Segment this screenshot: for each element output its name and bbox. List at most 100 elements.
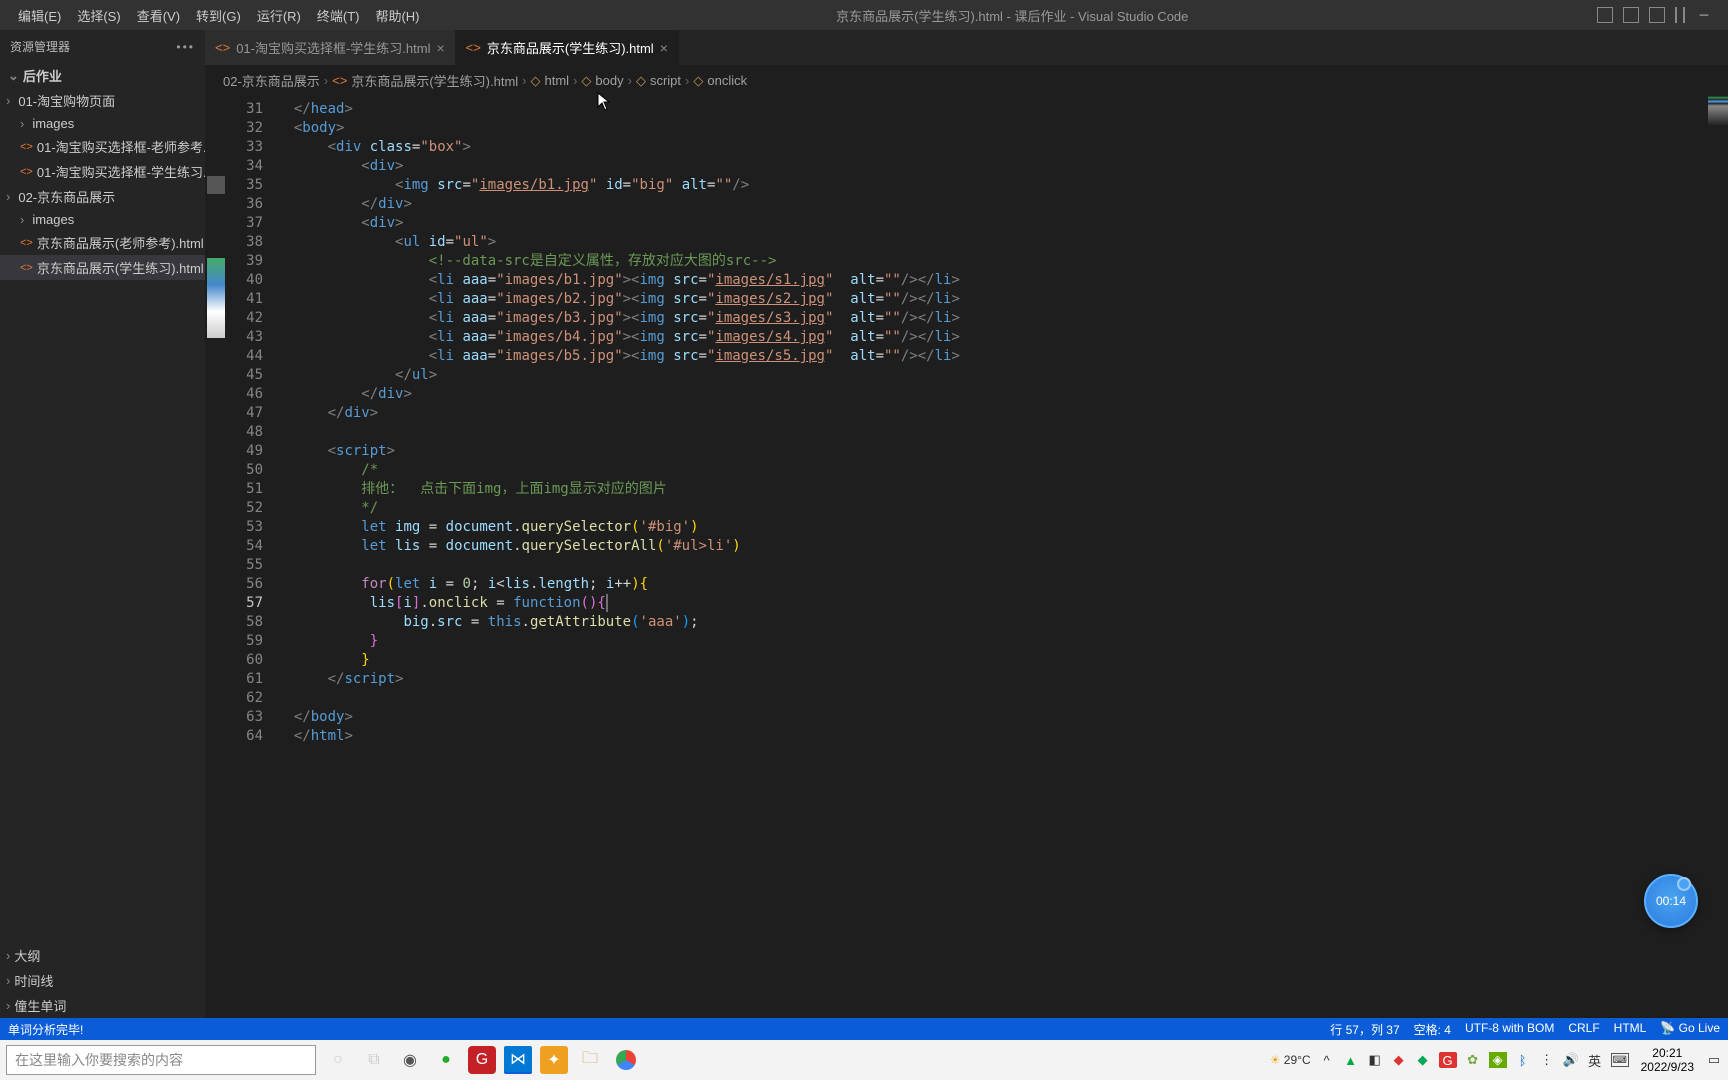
code-line[interactable] (277, 556, 1728, 575)
vscode-icon[interactable]: ⋈ (504, 1046, 532, 1074)
code-line[interactable]: let img = document.querySelector('#big') (277, 518, 1728, 537)
clock[interactable]: 20:21 2022/9/23 (1637, 1046, 1698, 1074)
editor-tab[interactable]: <>01-淘宝购买选择框-学生练习.html× (205, 30, 456, 65)
chrome-icon[interactable] (612, 1046, 640, 1074)
tray-app2-icon[interactable]: ◆ (1391, 1052, 1407, 1068)
code-line[interactable]: <li aaa="images/b1.jpg"><img src="images… (277, 271, 1728, 290)
menu-item[interactable]: 编辑(E) (10, 2, 69, 29)
tray-app1-icon[interactable]: ◧ (1367, 1052, 1383, 1068)
code-line[interactable]: <li aaa="images/b3.jpg"><img src="images… (277, 309, 1728, 328)
code-line[interactable]: <div class="box"> (277, 138, 1728, 157)
volume-icon[interactable]: 🔊 (1563, 1052, 1579, 1068)
status-item[interactable]: UTF-8 with BOM (1465, 1021, 1554, 1038)
status-item[interactable]: 空格: 4 (1414, 1021, 1451, 1038)
tree-folder[interactable]: 01-淘宝购物页面 (0, 88, 205, 113)
tree-folder[interactable]: 02-京东商品展示 (0, 184, 205, 209)
tree-file[interactable]: <>京东商品展示(老师参考).html (0, 230, 205, 255)
minimap[interactable] (1708, 96, 1728, 1018)
tree-file[interactable]: <>京东商品展示(学生练习).html (0, 255, 205, 280)
editor-tab[interactable]: <>京东商品展示(学生练习).html× (456, 30, 679, 65)
close-icon[interactable]: × (660, 40, 668, 56)
netease-icon[interactable]: G (468, 1046, 496, 1074)
code-line[interactable]: </div> (277, 195, 1728, 214)
code-line[interactable]: </div> (277, 385, 1728, 404)
ime-icon[interactable]: 英 (1587, 1052, 1603, 1068)
code-line[interactable]: <body> (277, 119, 1728, 138)
menu-item[interactable]: 运行(R) (249, 2, 309, 29)
file-explorer-icon[interactable]: 🗀 (576, 1046, 604, 1074)
panel-bottom-icon[interactable] (1623, 7, 1639, 23)
code-line[interactable]: } (277, 651, 1728, 670)
code-line[interactable]: <li aaa="images/b2.jpg"><img src="images… (277, 290, 1728, 309)
app-icon[interactable]: ✦ (540, 1046, 568, 1074)
code-line[interactable]: for(let i = 0; i<lis.length; i++){ (277, 575, 1728, 594)
more-icon[interactable]: ••• (176, 40, 195, 54)
breadcrumb-item[interactable]: ◇html (531, 73, 570, 89)
close-icon[interactable]: × (436, 40, 444, 56)
menu-item[interactable]: 转到(G) (188, 2, 249, 29)
recording-timer-badge[interactable]: 00:14 (1644, 874, 1698, 928)
breadcrumb-item[interactable]: 02-京东商品展示 (223, 71, 320, 90)
code-line[interactable]: big.src = this.getAttribute('aaa'); (277, 613, 1728, 632)
menu-item[interactable]: 查看(V) (129, 2, 188, 29)
status-item[interactable]: 行 57，列 37 (1330, 1021, 1399, 1038)
code-line[interactable]: <!--data-src是自定义属性，存放对应大图的src--> (277, 252, 1728, 271)
code-line[interactable] (277, 423, 1728, 442)
tree-folder[interactable]: images (0, 209, 205, 230)
panel-left-icon[interactable] (1597, 7, 1613, 23)
status-item[interactable]: HTML (1614, 1021, 1647, 1038)
wifi-icon[interactable]: ⋮ (1539, 1052, 1555, 1068)
layout-icon[interactable] (1675, 7, 1685, 23)
edge-icon[interactable]: ◉ (396, 1046, 424, 1074)
code-line[interactable]: </script> (277, 670, 1728, 689)
panel-right-icon[interactable] (1649, 7, 1665, 23)
tray-chevron-icon[interactable]: ^ (1319, 1052, 1335, 1068)
tray-shield-icon[interactable]: ▲ (1343, 1052, 1359, 1068)
code-line[interactable] (277, 689, 1728, 708)
code-line[interactable]: </body> (277, 708, 1728, 727)
code-line[interactable]: </ul> (277, 366, 1728, 385)
tray-app4-icon[interactable]: G (1439, 1052, 1457, 1068)
tray-nvidia-icon[interactable]: ◈ (1489, 1052, 1507, 1068)
code-line[interactable]: <div> (277, 214, 1728, 233)
cortana-icon[interactable]: ○ (324, 1046, 352, 1074)
breadcrumb-item[interactable]: ◇body (581, 73, 623, 89)
code-line[interactable]: lis[i].onclick = function(){ (277, 594, 1728, 613)
tree-file[interactable]: <>01-淘宝购买选择框-老师参考.h... (0, 134, 205, 159)
code-line[interactable]: <div> (277, 157, 1728, 176)
breadcrumb-item[interactable]: ◇script (636, 73, 681, 89)
breadcrumb[interactable]: 02-京东商品展示›<>京东商品展示(学生练习).html›◇html›◇bod… (205, 65, 1728, 96)
tray-app3-icon[interactable]: ◆ (1415, 1052, 1431, 1068)
code-line[interactable]: /* (277, 461, 1728, 480)
status-item[interactable]: CRLF (1568, 1021, 1599, 1038)
editor-body[interactable]: 3132333435363738394041424344454647484950… (205, 96, 1728, 1018)
folder-root[interactable]: ⌄ 后作业 (0, 63, 205, 88)
menu-item[interactable]: 终端(T) (309, 2, 368, 29)
sidebar-section[interactable]: › 僮生单词 (0, 993, 205, 1018)
ime-mode-icon[interactable]: ⌨ (1611, 1053, 1629, 1067)
sidebar-section[interactable]: › 大纲 (0, 943, 205, 968)
code-line[interactable]: </html> (277, 727, 1728, 746)
weather-widget[interactable]: ☀ 29°C (1270, 1053, 1311, 1067)
wechat-icon[interactable]: ● (432, 1046, 460, 1074)
windows-search-input[interactable]: 在这里输入你要搜索的内容 (6, 1045, 316, 1075)
tree-file[interactable]: <>01-淘宝购买选择框-学生练习.h... (0, 159, 205, 184)
code-line[interactable]: </div> (277, 404, 1728, 423)
notifications-icon[interactable]: ▭ (1706, 1052, 1722, 1068)
tray-app5-icon[interactable]: ✿ (1465, 1052, 1481, 1068)
code-line[interactable]: } (277, 632, 1728, 651)
breadcrumb-item[interactable]: ◇onclick (693, 73, 747, 89)
status-item[interactable]: 📡 Go Live (1660, 1021, 1720, 1038)
code-line[interactable]: <script> (277, 442, 1728, 461)
menu-item[interactable]: 帮助(H) (367, 2, 427, 29)
code-line[interactable]: <li aaa="images/b4.jpg"><img src="images… (277, 328, 1728, 347)
breadcrumb-item[interactable]: <>京东商品展示(学生练习).html (332, 71, 518, 90)
code-line[interactable]: */ (277, 499, 1728, 518)
code-line[interactable]: 排他： 点击下面img，上面img显示对应的图片 (277, 480, 1728, 499)
code-line[interactable]: </head> (277, 100, 1728, 119)
minimize-icon[interactable]: − (1695, 5, 1713, 26)
bluetooth-icon[interactable]: ᛒ (1515, 1052, 1531, 1068)
menu-item[interactable]: 选择(S) (69, 2, 128, 29)
code-line[interactable]: let lis = document.querySelectorAll('#ul… (277, 537, 1728, 556)
code-line[interactable]: <li aaa="images/b5.jpg"><img src="images… (277, 347, 1728, 366)
